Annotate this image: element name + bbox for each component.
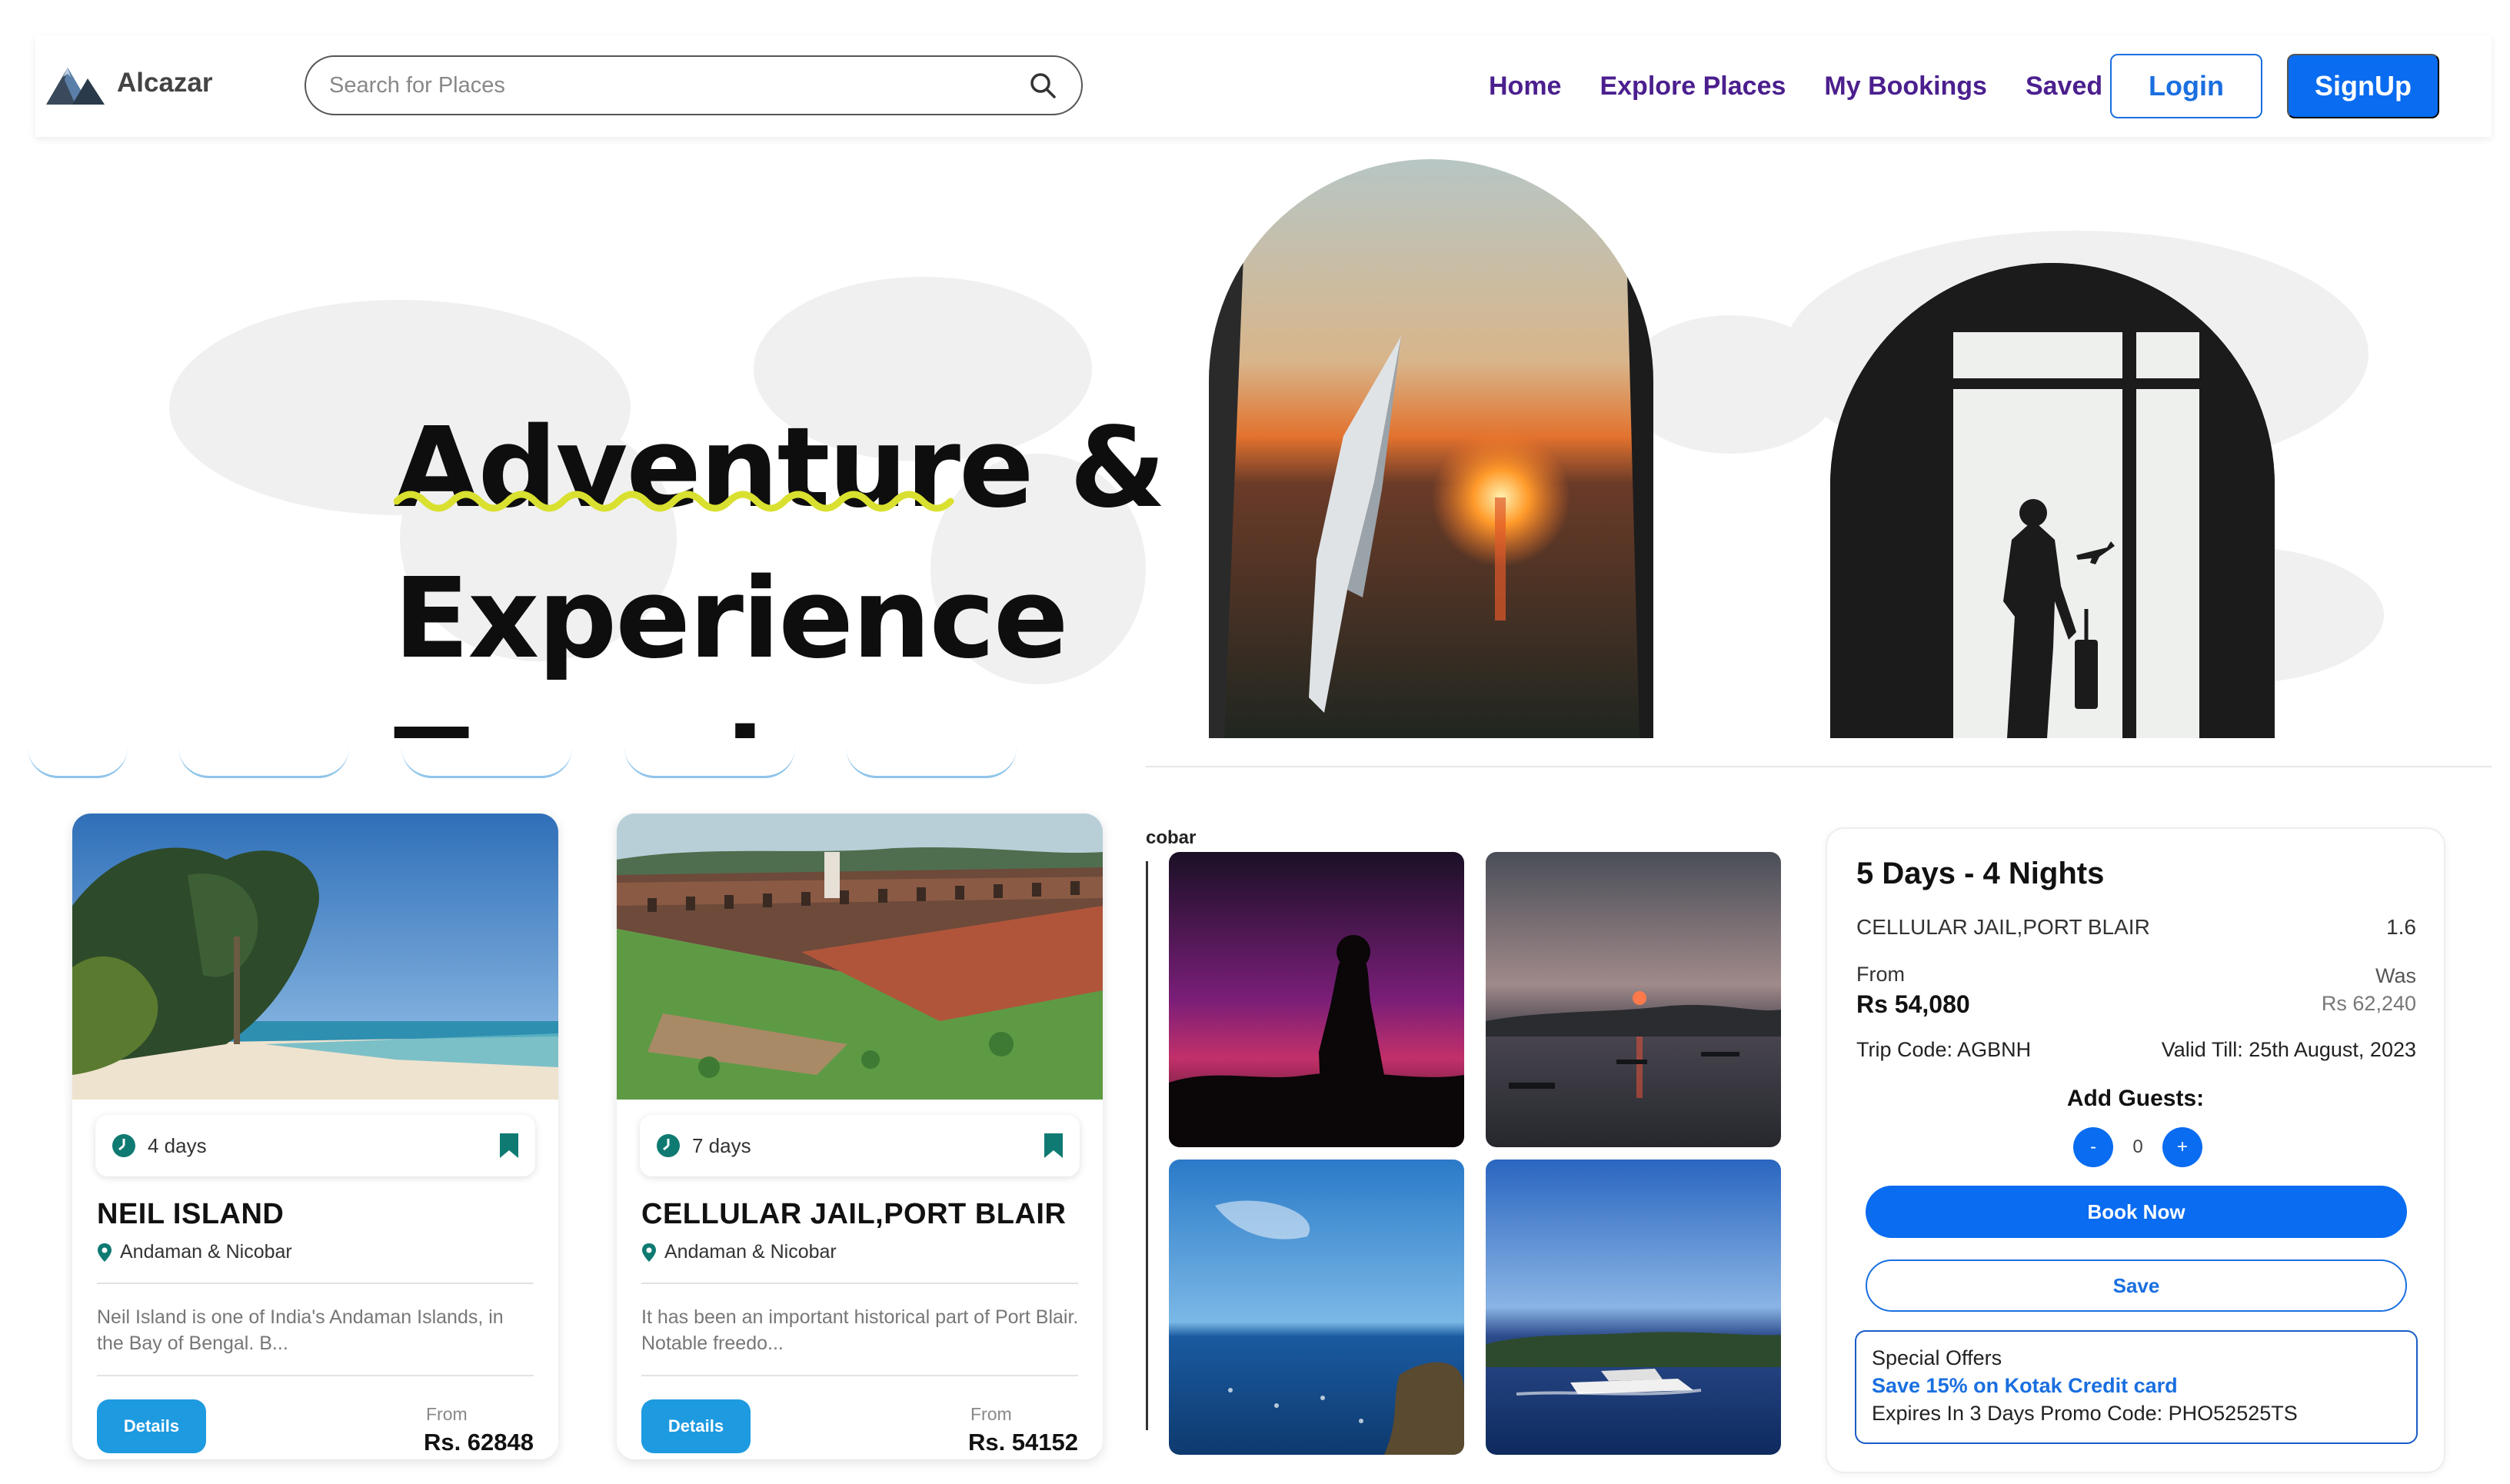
card-location-text: Andaman & Nicobar (664, 1241, 837, 1263)
package-place: CELLULAR JAIL,PORT BLAIR (1856, 915, 2150, 939)
category-tab[interactable] (846, 744, 1017, 778)
title-underline-squiggle (394, 491, 954, 512)
from-label: From (970, 1404, 1012, 1424)
gallery-image-sunset-boats[interactable] (1486, 852, 1781, 1147)
guests-decrement-button[interactable]: - (2073, 1127, 2113, 1167)
book-now-button[interactable]: Book Now (1866, 1186, 2407, 1238)
place-photo-neil-island (72, 814, 558, 1100)
save-button[interactable]: Save (1866, 1259, 2407, 1312)
card-description: Neil Island is one of India's Andaman Is… (97, 1306, 504, 1354)
navbar: Alcazar Home Explore Places My Bookings … (35, 35, 2492, 137)
details-button[interactable]: Details (641, 1399, 751, 1453)
gallery-rule (1146, 861, 1148, 1430)
valid-till: Valid Till: 25th August, 2023 (2161, 1038, 2416, 1061)
category-tabs-strip (28, 744, 1027, 783)
brand-logo[interactable]: Alcazar (45, 60, 213, 106)
gallery-image-speedboat[interactable] (1486, 1160, 1781, 1455)
duration-text: 7 days (692, 1133, 751, 1157)
card-title: NEIL ISLAND (97, 1198, 285, 1230)
hero-section: Adventure & Experience Travel (0, 138, 2492, 738)
duration-box: 7 days (640, 1115, 1080, 1176)
card-price: Rs. 62848 (423, 1429, 534, 1456)
search-input[interactable] (329, 72, 1027, 98)
search-icon[interactable] (1027, 70, 1058, 101)
mountain-logo-icon (46, 68, 105, 105)
hero-title: Adventure & Experience Travel (394, 392, 1166, 738)
duration-text: 4 days (148, 1133, 207, 1157)
package-rating: 1.6 (2386, 915, 2416, 939)
card-divider (641, 1283, 1078, 1284)
hero-image-airplane-window (1209, 159, 1653, 738)
location-pin-icon (98, 1243, 112, 1262)
nav-explore-places[interactable]: Explore Places (1600, 72, 1786, 101)
card-location: Andaman & Nicobar (641, 1241, 837, 1263)
gallery-image-silhouette[interactable] (1169, 852, 1464, 1147)
guests-stepper: - 0 + (2073, 1127, 2202, 1167)
nav-home[interactable]: Home (1489, 72, 1561, 101)
promo-code-text: Expires In 3 Days Promo Code: PHO52525TS (1872, 1402, 2298, 1425)
place-card[interactable]: 4 days NEIL ISLAND Andaman & Nicobar Nei… (72, 814, 558, 1459)
details-button[interactable]: Details (97, 1399, 206, 1453)
hero-title-line-2: Experience (394, 554, 1069, 683)
hero-title-line-3: Travel (394, 694, 1164, 738)
trip-code: Trip Code: AGBNH (1856, 1038, 2032, 1061)
card-location-text: Andaman & Nicobar (120, 1241, 292, 1263)
guests-increment-button[interactable]: + (2162, 1127, 2202, 1167)
special-offer-link[interactable]: Save 15% on Kotak Credit card (1872, 1372, 2401, 1399)
gallery-image-blue-sea[interactable] (1169, 1160, 1464, 1455)
duration-box: 4 days (95, 1115, 535, 1176)
clock-icon (112, 1134, 135, 1157)
card-divider (97, 1283, 534, 1284)
category-tab[interactable] (178, 744, 349, 778)
add-guests-label: Add Guests: (2066, 1086, 2205, 1111)
special-offers-box: Special Offers Save 15% on Kotak Credit … (1855, 1330, 2418, 1444)
was-price: Rs 62,240 (2321, 992, 2416, 1015)
card-price: Rs. 54152 (967, 1429, 1078, 1456)
category-tab[interactable] (624, 744, 795, 778)
was-label: Was (2375, 964, 2416, 987)
guests-count: 0 (2132, 1136, 2143, 1157)
nav-saved[interactable]: Saved (2026, 72, 2102, 101)
section-divider (1146, 766, 2492, 767)
hero-image-traveler-silhouette (1830, 263, 2275, 738)
location-pin-icon (642, 1243, 656, 1262)
from-label: From (1856, 963, 1905, 986)
place-card[interactable]: 7 days CELLULAR JAIL,PORT BLAIR Andaman … (617, 814, 1103, 1459)
bookmark-icon[interactable] (498, 1132, 520, 1160)
card-divider (97, 1375, 534, 1376)
card-divider (641, 1375, 1078, 1376)
from-price: Rs 54,080 (1856, 990, 1970, 1018)
place-photo-cellular-jail (617, 814, 1103, 1100)
hero-title-line-1: Adventure & (394, 403, 1166, 532)
booking-panel: 5 Days - 4 Nights CELLULAR JAIL,PORT BLA… (1826, 827, 2445, 1473)
clock-icon (657, 1134, 680, 1157)
from-label: From (426, 1404, 468, 1424)
nav-my-bookings[interactable]: My Bookings (1824, 72, 1987, 101)
card-description: It has been an important historical part… (641, 1306, 1079, 1354)
card-location: Andaman & Nicobar (97, 1241, 292, 1263)
login-button[interactable]: Login (2110, 54, 2262, 118)
package-title: 5 Days - 4 Nights (1856, 857, 2105, 890)
category-tab[interactable] (401, 744, 572, 778)
signup-button[interactable]: SignUp (2287, 54, 2439, 118)
search-bar (305, 55, 1083, 115)
nav-links: Home Explore Places My Bookings Saved (1489, 35, 2102, 137)
brand-name: Alcazar (117, 68, 213, 98)
category-tab[interactable] (28, 744, 128, 778)
bookmark-icon[interactable] (1043, 1132, 1064, 1160)
special-offers-title: Special Offers (1872, 1346, 2002, 1369)
card-title: CELLULAR JAIL,PORT BLAIR (641, 1198, 1067, 1230)
gallery-location-label: cobar (1146, 827, 1197, 848)
